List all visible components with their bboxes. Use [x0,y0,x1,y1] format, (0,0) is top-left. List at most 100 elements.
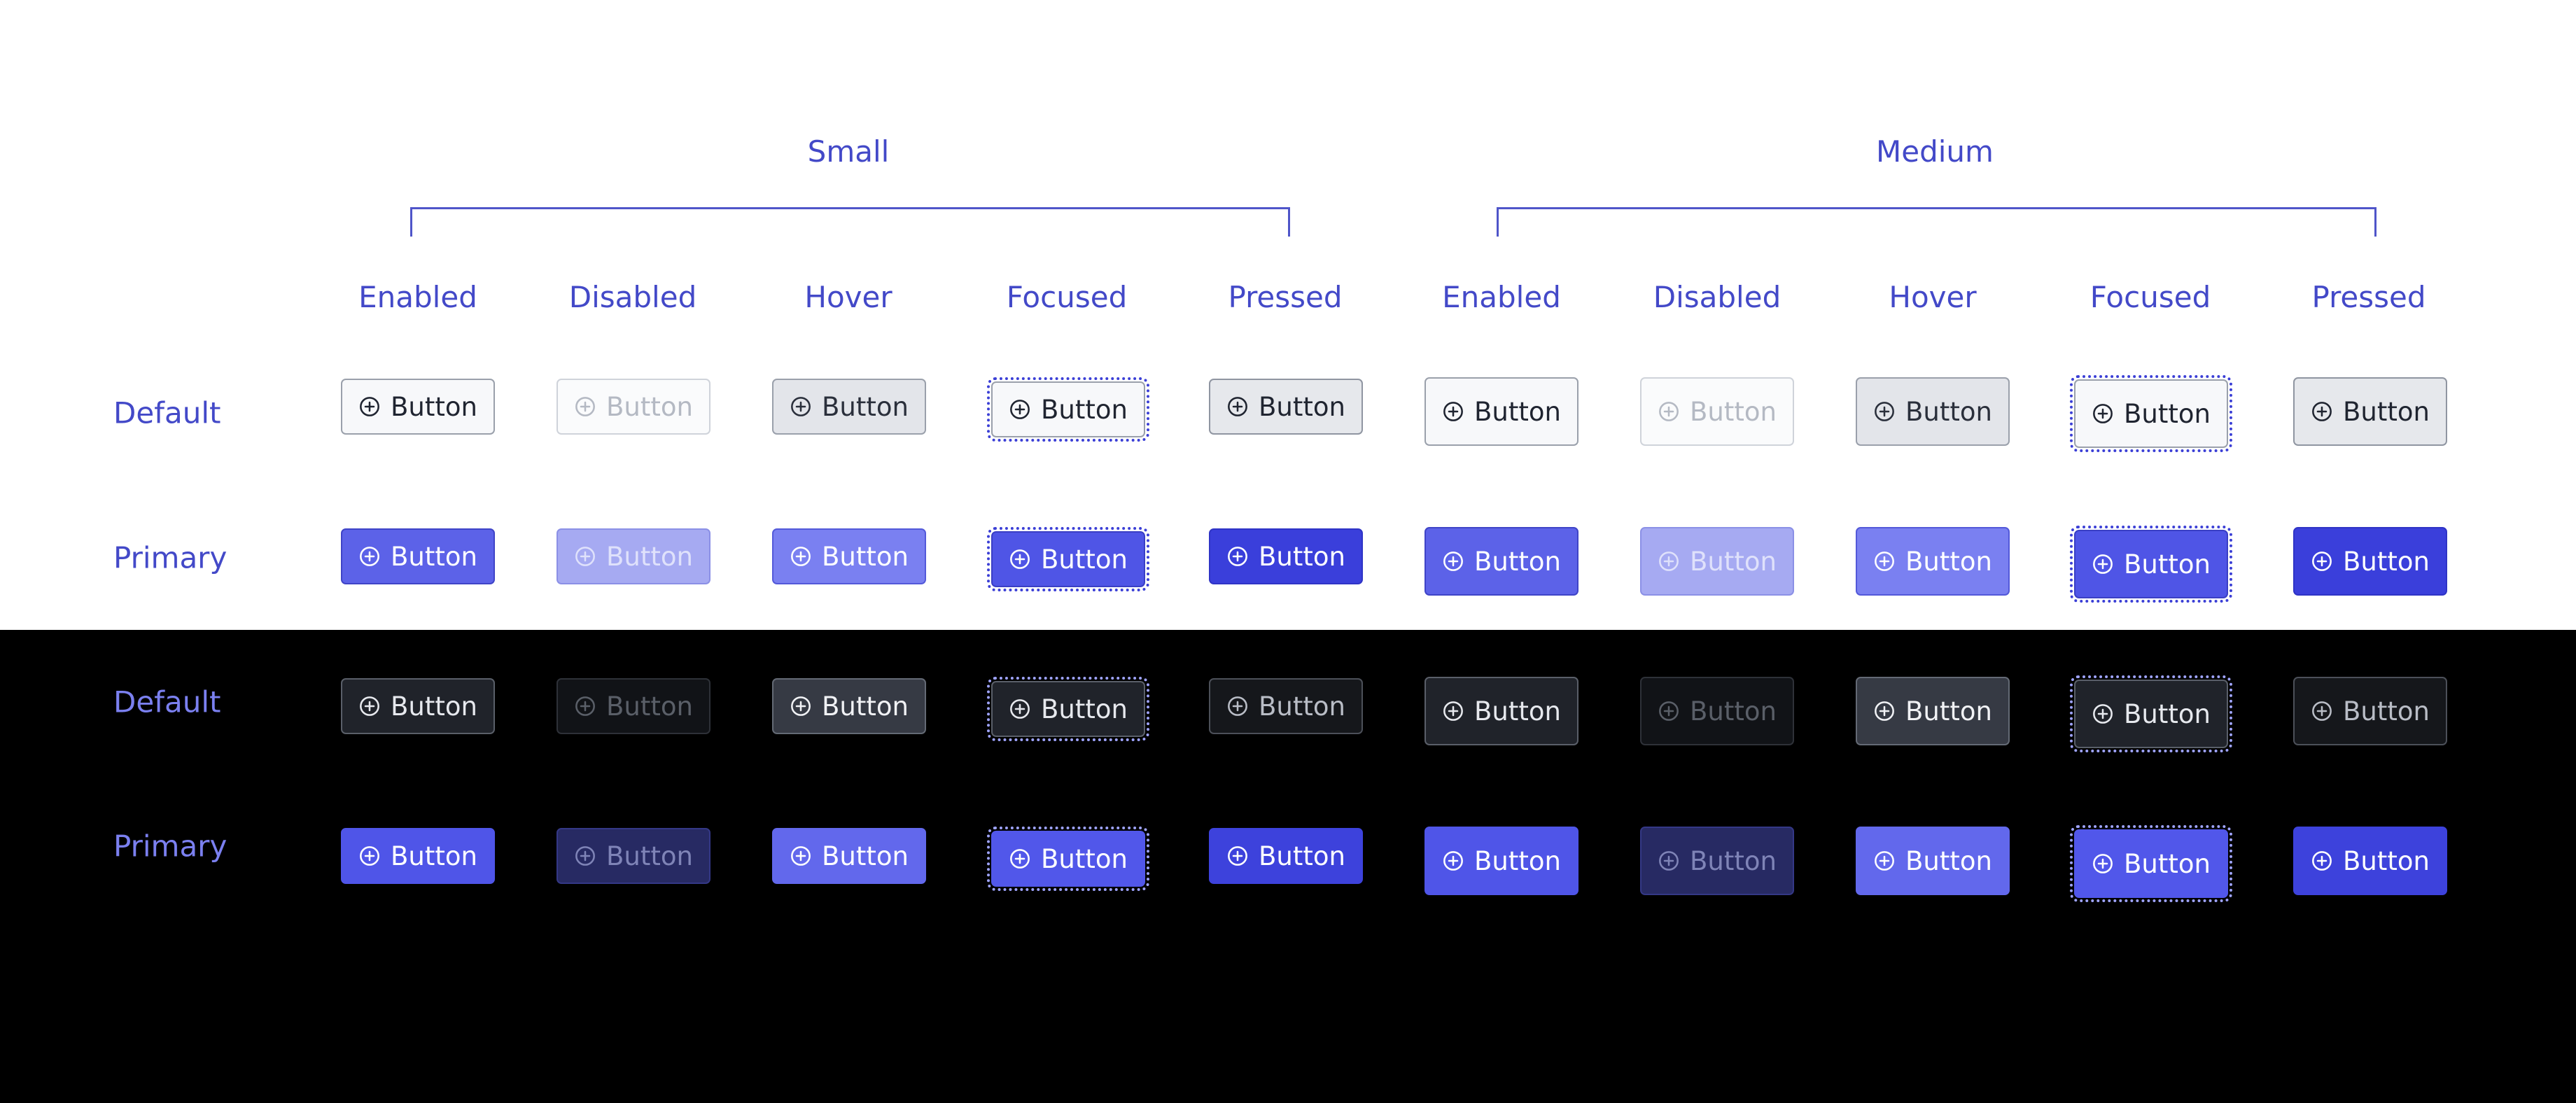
plus-circle-icon [358,845,381,867]
button-dark-primary-medium-disabled: Button [1640,827,1794,895]
column-label-small-hover: Hover [804,280,892,314]
button-label: Button [1041,544,1128,575]
row-label-dark-default: Default [113,684,221,719]
button-label: Button [1905,396,1992,427]
button-light-primary-medium-pressed[interactable]: Button [2293,527,2447,596]
button-label: Button [606,541,693,572]
button-label: Button [2124,698,2211,729]
button-dark-default-small-disabled: Button [556,678,710,734]
button-dark-primary-medium-hover[interactable]: Button [1856,827,2010,895]
button-label: Button [391,691,477,722]
button-label: Button [606,691,693,722]
button-label: Button [2343,396,2430,427]
column-label-small-enabled: Enabled [358,280,477,314]
button-label: Button [606,391,693,422]
plus-circle-icon [1442,700,1464,722]
plus-circle-icon [2311,850,2333,872]
plus-circle-icon [1226,395,1249,418]
button-light-primary-medium-focused[interactable]: Button [2074,530,2228,598]
button-label: Button [2343,845,2430,876]
button-light-default-small-hover[interactable]: Button [772,379,926,435]
button-light-default-medium-focused[interactable]: Button [2074,379,2228,448]
button-light-primary-small-hover[interactable]: Button [772,528,926,584]
row-label-dark-primary: Primary [113,829,227,864]
button-label: Button [822,841,909,871]
plus-circle-icon [790,545,812,568]
button-light-primary-small-focused[interactable]: Button [991,531,1145,587]
button-dark-primary-small-focused[interactable]: Button [991,831,1145,887]
column-label-small-focused: Focused [1006,280,1128,314]
button-label: Button [1259,841,1345,871]
plus-circle-icon [1442,550,1464,572]
button-dark-default-medium-pressed[interactable]: Button [2293,677,2447,745]
plus-circle-icon [1009,398,1031,421]
button-dark-primary-medium-focused[interactable]: Button [2074,829,2228,898]
plus-circle-icon [2092,703,2114,725]
column-label-medium-disabled: Disabled [1653,280,1782,314]
plus-circle-icon [1658,400,1680,423]
button-dark-default-small-hover[interactable]: Button [772,678,926,734]
button-label: Button [822,541,909,572]
button-label: Button [2124,398,2211,429]
button-dark-default-small-focused[interactable]: Button [991,681,1145,737]
column-label-small-pressed: Pressed [1228,280,1343,314]
button-dark-default-medium-hover[interactable]: Button [1856,677,2010,745]
plus-circle-icon [790,845,812,867]
button-label: Button [1690,696,1777,726]
button-light-default-small-enabled[interactable]: Button [341,379,495,435]
button-label: Button [1905,546,1992,577]
button-dark-primary-medium-pressed[interactable]: Button [2293,827,2447,895]
button-dark-default-small-enabled[interactable]: Button [341,678,495,734]
column-label-medium-focused: Focused [2090,280,2211,314]
button-dark-primary-small-pressed[interactable]: Button [1209,828,1363,884]
plus-circle-icon [1226,695,1249,717]
button-light-primary-small-enabled[interactable]: Button [341,528,495,584]
plus-circle-icon [2311,700,2333,722]
button-label: Button [391,391,477,422]
button-light-primary-medium-hover[interactable]: Button [1856,527,2010,596]
button-dark-primary-small-hover[interactable]: Button [772,828,926,884]
plus-circle-icon [1658,850,1680,872]
plus-circle-icon [2092,852,2114,875]
button-light-primary-small-pressed[interactable]: Button [1209,528,1363,584]
group-bracket-medium [1497,207,2376,237]
button-dark-primary-small-enabled[interactable]: Button [341,828,495,884]
button-light-default-medium-enabled[interactable]: Button [1424,377,1578,446]
button-label: Button [2124,549,2211,579]
plus-circle-icon [574,395,596,418]
button-dark-default-medium-focused[interactable]: Button [2074,680,2228,748]
button-label: Button [1041,843,1128,874]
plus-circle-icon [2092,553,2114,575]
plus-circle-icon [574,845,596,867]
button-light-default-medium-disabled: Button [1640,377,1794,446]
button-label: Button [1905,696,1992,726]
button-dark-default-medium-disabled: Button [1640,677,1794,745]
button-light-default-medium-hover[interactable]: Button [1856,377,2010,446]
plus-circle-icon [574,545,596,568]
plus-circle-icon [1658,700,1680,722]
button-light-default-small-pressed[interactable]: Button [1209,379,1363,435]
button-label: Button [1474,845,1561,876]
plus-circle-icon [1009,848,1031,870]
button-light-primary-small-disabled: Button [556,528,710,584]
button-label: Button [1259,691,1345,722]
button-dark-default-medium-enabled[interactable]: Button [1424,677,1578,745]
button-light-primary-medium-enabled[interactable]: Button [1424,527,1578,596]
button-light-default-small-focused[interactable]: Button [991,381,1145,437]
button-label: Button [822,691,909,722]
plus-circle-icon [1442,400,1464,423]
button-label: Button [1905,845,1992,876]
row-label-light-default: Default [113,395,221,430]
button-label: Button [606,841,693,871]
plus-circle-icon [1009,698,1031,720]
plus-circle-icon [2311,550,2333,572]
plus-circle-icon [1873,700,1896,722]
button-label: Button [1259,541,1345,572]
button-label: Button [391,841,477,871]
button-dark-primary-medium-enabled[interactable]: Button [1424,827,1578,895]
plus-circle-icon [1658,550,1680,572]
plus-circle-icon [2092,402,2114,425]
button-light-default-medium-pressed[interactable]: Button [2293,377,2447,446]
button-dark-default-small-pressed[interactable]: Button [1209,678,1363,734]
button-light-default-small-disabled: Button [556,379,710,435]
